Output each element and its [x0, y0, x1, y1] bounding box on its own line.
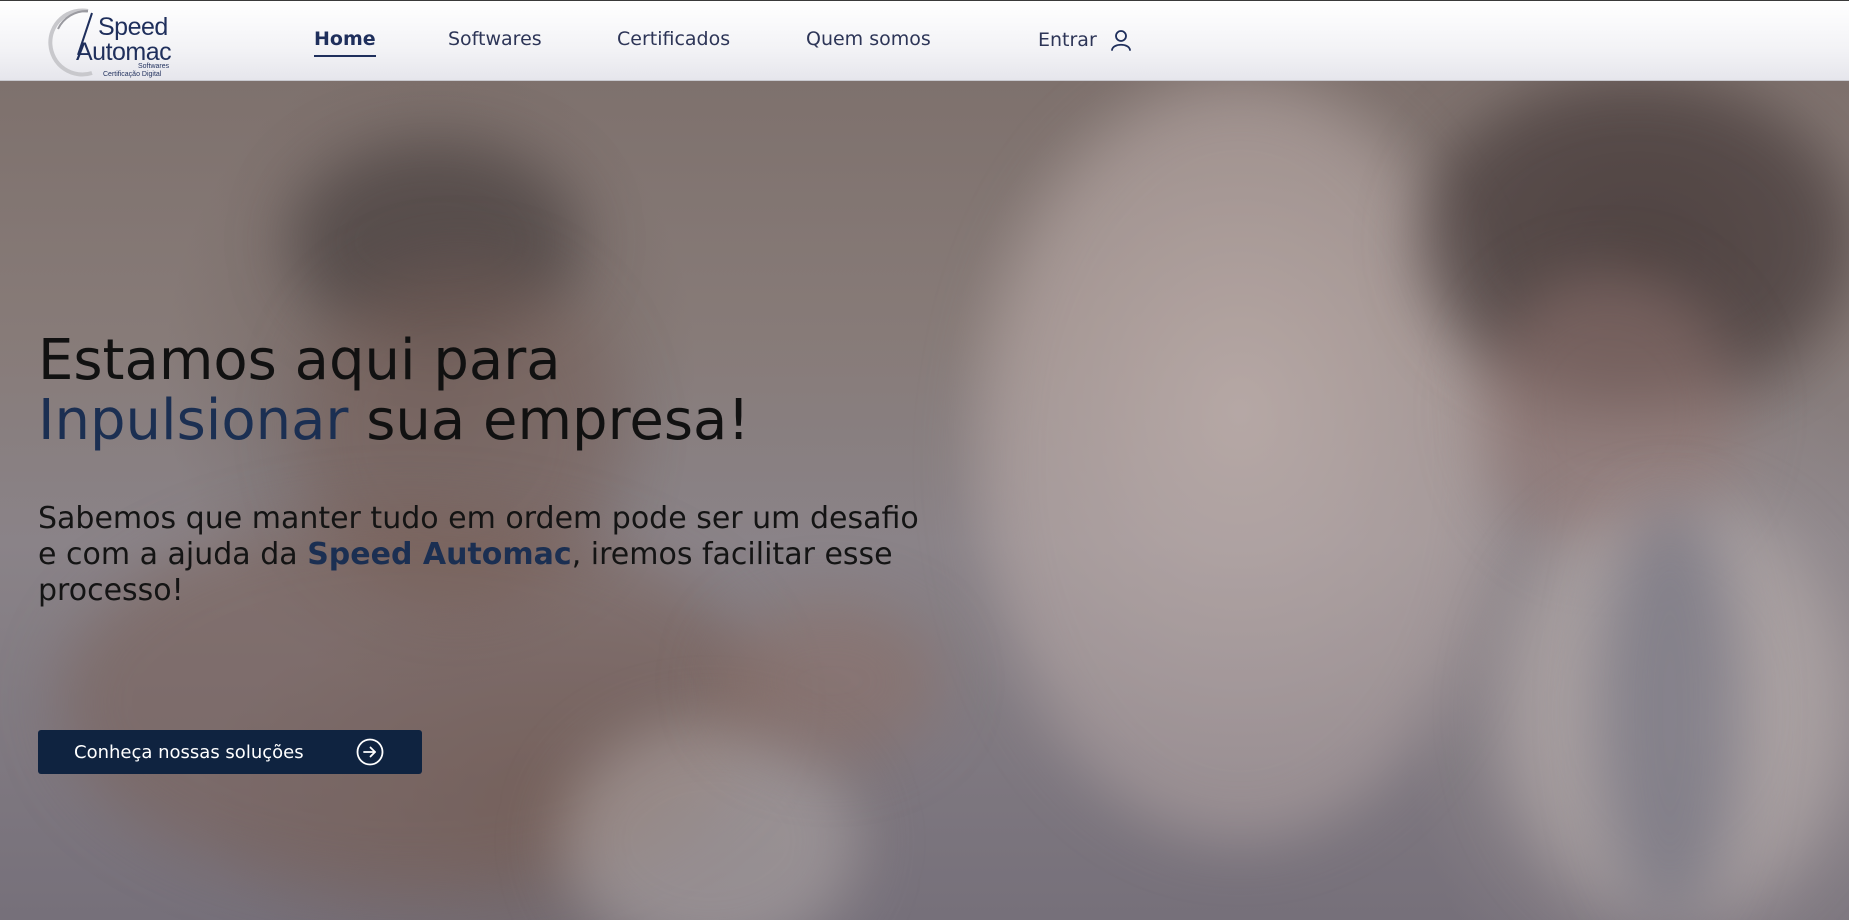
nav-item-certificados[interactable]: Certificados	[617, 28, 730, 50]
logo[interactable]: Speed Automac Softwares Certificação Dig…	[48, 3, 188, 79]
hero-section: Estamos aqui para Inpulsionar sua empres…	[0, 81, 1849, 920]
nav-item-softwares[interactable]: Softwares	[448, 28, 542, 50]
logo-text-speed: Speed	[98, 13, 168, 41]
hero-title-rest: sua empresa!	[348, 388, 750, 453]
logo-subtitle-certificacao: Certificação Digital	[103, 71, 162, 78]
hero-subtitle: Sabemos que manter tudo em ordem pode se…	[38, 501, 938, 609]
cta-solutions-button[interactable]: Conheça nossas soluções	[38, 730, 422, 774]
cta-label: Conheça nossas soluções	[74, 741, 304, 763]
logo-text-automac: Automac	[76, 38, 172, 66]
hero-subtitle-brand: Speed Automac	[307, 537, 572, 572]
hero-title-accent: Inpulsionar	[38, 388, 349, 453]
site-header: Speed Automac Softwares Certificação Dig…	[0, 0, 1849, 81]
user-icon	[1110, 30, 1131, 51]
login-button[interactable]: Entrar	[1038, 28, 1133, 52]
nav-item-home[interactable]: Home	[314, 28, 376, 57]
hero-title-line1: Estamos aqui para	[38, 328, 561, 393]
login-label: Entrar	[1038, 29, 1097, 51]
arrow-right-circle-icon	[356, 738, 384, 766]
hero-title: Estamos aqui para Inpulsionar sua empres…	[38, 331, 750, 451]
nav-item-quem-somos[interactable]: Quem somos	[806, 28, 931, 50]
logo-subtitle-softwares: Softwares	[138, 63, 170, 70]
